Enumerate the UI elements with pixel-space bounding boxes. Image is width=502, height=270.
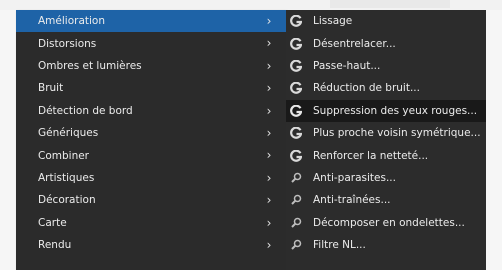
menu-item-label: Détection de bord [38, 104, 133, 117]
submenu-item-passe-haut[interactable]: Passe-haut... [286, 55, 486, 77]
chevron-right-icon: › [266, 14, 272, 28]
submenu-item-label: Filtre NL... [313, 239, 366, 252]
menu-item-label: Bruit [38, 82, 64, 95]
menu-item-detection-de-bord[interactable]: Détection de bord › [16, 100, 286, 122]
script-fu-icon [289, 171, 303, 185]
submenu-item-desentrelacer[interactable]: Désentrelacer... [286, 32, 486, 54]
menu-item-label: Génériques [38, 127, 99, 140]
menu-item-decoration[interactable]: Décoration › [16, 189, 286, 211]
menu-item-label: Distorsions [38, 37, 97, 50]
chevron-right-icon: › [266, 215, 272, 230]
chevron-right-icon: › [266, 103, 272, 118]
submenu-item-label: Passe-haut... [313, 59, 381, 72]
menu-item-combiner[interactable]: Combiner › [16, 144, 286, 166]
chevron-right-icon: › [266, 36, 272, 51]
chevron-right-icon: › [266, 170, 272, 185]
chevron-right-icon: › [266, 125, 272, 140]
gegl-icon [289, 14, 303, 28]
menu-item-label: Rendu [38, 239, 72, 252]
submenu-item-suppression-yeux-rouges[interactable]: Suppression des yeux rouges... [286, 99, 486, 122]
script-fu-icon [289, 238, 303, 252]
menu-item-label: Artistiques [38, 171, 95, 184]
menu-item-rendu[interactable]: Rendu › [16, 234, 286, 256]
submenu-item-label: Anti-parasites... [313, 171, 396, 184]
menu-item-label: Ombres et lumières [38, 59, 142, 72]
menu-item-generiques[interactable]: Génériques › [16, 122, 286, 144]
submenu-item-label: Suppression des yeux rouges... [313, 104, 478, 117]
gegl-icon [289, 149, 303, 163]
submenu-item-label: Plus proche voisin symétrique... [313, 127, 481, 140]
menu-item-label: Carte [38, 216, 67, 229]
filters-menu: Amélioration › Distorsions › Ombres et l… [16, 10, 286, 270]
chevron-right-icon: › [266, 237, 272, 252]
gegl-icon [289, 104, 303, 118]
submenu-item-label: Renforcer la netteté... [313, 149, 429, 162]
script-fu-icon [289, 216, 303, 230]
submenu-item-label: Désentrelacer... [313, 37, 396, 50]
submenu-item-filtre-nl[interactable]: Filtre NL... [286, 234, 486, 256]
top-shadow [330, 0, 450, 8]
chevron-right-icon: › [266, 81, 272, 96]
menu-item-carte[interactable]: Carte › [16, 212, 286, 234]
submenu-item-label: Anti-traînées... [313, 194, 391, 207]
submenu-item-label: Lissage [313, 15, 353, 28]
gegl-icon [289, 37, 303, 51]
submenu-item-anti-parasites[interactable]: Anti-parasites... [286, 167, 486, 189]
menu-item-artistiques[interactable]: Artistiques › [16, 167, 286, 189]
menu-item-label: Décoration [38, 194, 96, 207]
submenu-item-anti-trainees[interactable]: Anti-traînées... [286, 189, 486, 211]
gegl-icon [289, 59, 303, 73]
gegl-icon [289, 81, 303, 95]
script-fu-icon [289, 193, 303, 207]
menu-item-label: Amélioration [38, 15, 105, 28]
chevron-right-icon: › [266, 193, 272, 208]
gegl-icon [289, 126, 303, 140]
chevron-right-icon: › [266, 148, 272, 163]
amelioration-submenu: Lissage Désentrelacer... Passe-haut... R… [286, 10, 486, 270]
submenu-item-label: Décomposer en ondelettes... [313, 216, 465, 229]
menu-item-bruit[interactable]: Bruit › [16, 77, 286, 99]
menu-item-amelioration[interactable]: Amélioration › [16, 10, 286, 33]
menu-item-label: Combiner [38, 149, 89, 162]
submenu-item-label: Réduction de bruit... [313, 82, 420, 95]
menu-item-ombres-et-lumieres[interactable]: Ombres et lumières › [16, 55, 286, 77]
menu-item-distorsions[interactable]: Distorsions › [16, 32, 286, 54]
submenu-item-plus-proche-voisin[interactable]: Plus proche voisin symétrique... [286, 122, 486, 144]
submenu-item-lissage[interactable]: Lissage [286, 10, 486, 32]
chevron-right-icon: › [266, 58, 272, 73]
submenu-item-renforcer-nettete[interactable]: Renforcer la netteté... [286, 144, 486, 166]
submenu-item-reduction-de-bruit[interactable]: Réduction de bruit... [286, 77, 486, 99]
submenu-item-decomposer-ondelettes[interactable]: Décomposer en ondelettes... [286, 212, 486, 234]
